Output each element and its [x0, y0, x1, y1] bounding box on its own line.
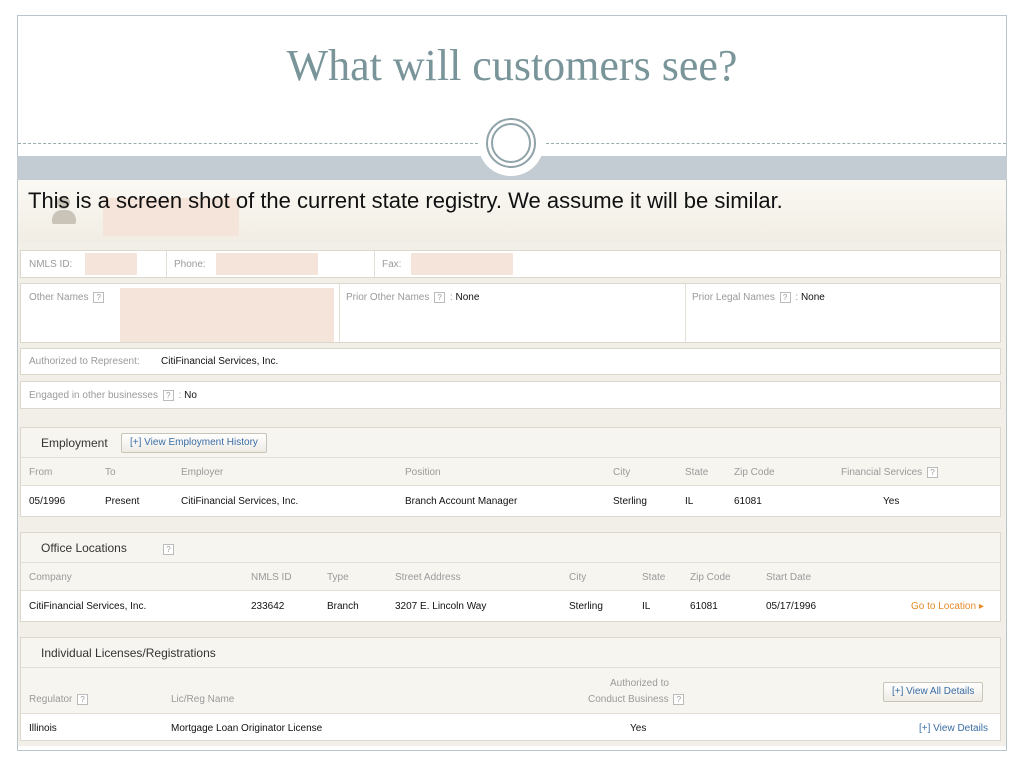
help-icon[interactable]: ?: [926, 467, 938, 478]
office-locations-title: Office Locations: [41, 541, 127, 555]
view-employment-history-button[interactable]: [+] View Employment History: [121, 433, 267, 453]
divider-left: [18, 143, 478, 144]
view-all-details-button[interactable]: [+] View All Details: [883, 682, 984, 702]
employment-title: Employment: [41, 436, 108, 450]
id-contact-row: NMLS ID: Phone: Fax:: [20, 250, 1001, 278]
go-to-location-link[interactable]: Go to Location ▸: [911, 601, 984, 612]
help-icon[interactable]: ?: [673, 694, 685, 705]
help-icon[interactable]: ?: [434, 292, 446, 303]
licenses-section: Individual Licenses/Registrations Regula…: [20, 637, 1001, 741]
help-icon[interactable]: ?: [93, 292, 105, 303]
help-icon[interactable]: ?: [162, 390, 174, 401]
registry-screenshot: This is a screen shot of the current sta…: [18, 180, 1006, 746]
help-icon[interactable]: ?: [163, 544, 174, 555]
licenses-title: Individual Licenses/Registrations: [41, 646, 216, 660]
slide-caption: This is a screen shot of the current sta…: [28, 188, 783, 213]
authorized-row: Authorized to Represent: CitiFinancial S…: [20, 348, 1001, 375]
help-icon[interactable]: ?: [779, 292, 791, 303]
view-details-link[interactable]: [+] View Details: [919, 723, 988, 734]
help-icon[interactable]: ?: [77, 694, 89, 705]
licenses-header: Regulator ? Lic/Reg Name Authorized to C…: [21, 668, 1000, 714]
names-row: Other Names ? Prior Other Names ? : None…: [20, 283, 1001, 343]
office-locations-section: Office Locations ? Company NMLS ID Type …: [20, 532, 1001, 622]
divider-right: [546, 143, 1006, 144]
slide-title: What will customers see?: [286, 41, 738, 90]
employment-section: Employment [+] View Employment History F…: [20, 427, 1001, 517]
engaged-row: Engaged in other businesses ? : No: [20, 381, 1001, 409]
employment-header: From To Employer Position City State Zip…: [21, 458, 1000, 486]
office-header: Company NMLS ID Type Street Address City…: [21, 563, 1000, 591]
